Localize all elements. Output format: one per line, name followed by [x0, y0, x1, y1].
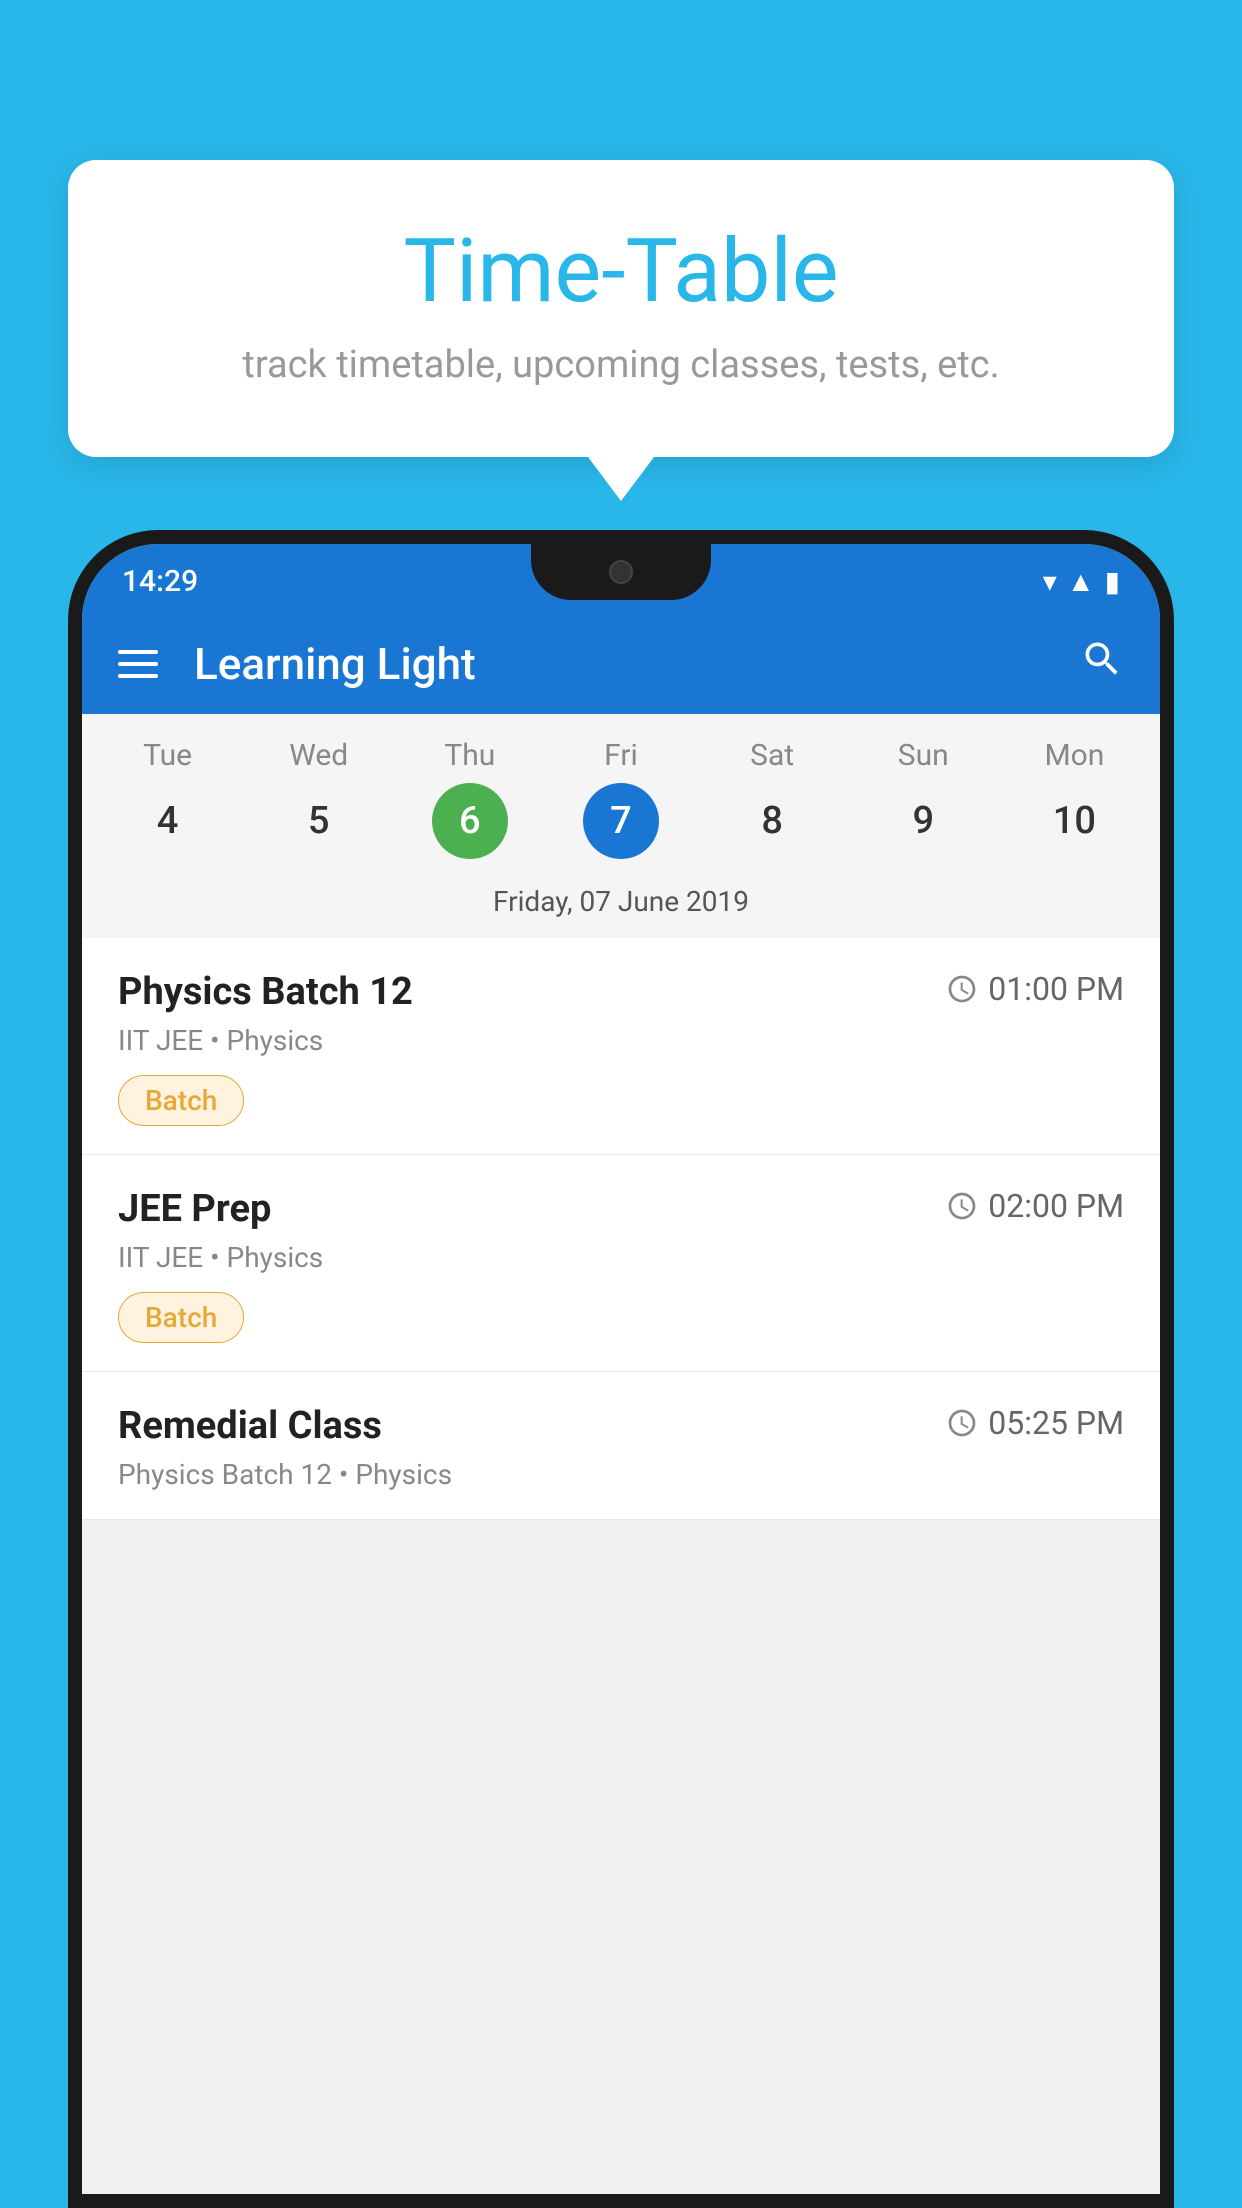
day-number[interactable]: 5 — [281, 783, 357, 859]
day-label: Tue — [143, 738, 192, 773]
schedule-list: Physics Batch 12 01:00 PM IIT JEE • Phys… — [82, 938, 1160, 1520]
camera — [609, 560, 633, 584]
schedule-item[interactable]: Physics Batch 12 01:00 PM IIT JEE • Phys… — [82, 938, 1160, 1155]
day-label: Sat — [750, 738, 794, 773]
selected-date: Friday, 07 June 2019 — [82, 869, 1160, 938]
schedule-item[interactable]: Remedial Class 05:25 PM Physics Batch 12… — [82, 1372, 1160, 1520]
schedule-item-header: Physics Batch 12 01:00 PM — [118, 970, 1124, 1014]
days-row: Tue 4 Wed 5 Thu 6 Fri 7 Sat 8 Sun 9 Mon 10 — [82, 738, 1160, 859]
day-label: Mon — [1044, 738, 1104, 773]
schedule-time: 02:00 PM — [946, 1187, 1124, 1225]
day-item[interactable]: Sun 9 — [858, 738, 988, 859]
batch-badge: Batch — [118, 1292, 244, 1343]
schedule-name: Remedial Class — [118, 1404, 382, 1448]
schedule-time: 05:25 PM — [946, 1404, 1124, 1442]
day-item[interactable]: Tue 4 — [103, 738, 233, 859]
day-label: Wed — [289, 738, 348, 773]
battery-icon: ▮ — [1105, 565, 1120, 598]
phone-inner: 14:29 ▾ ▲ ▮ Learning Light — [82, 544, 1160, 2194]
tooltip-card: Time-Table track timetable, upcoming cla… — [68, 160, 1174, 457]
day-item[interactable]: Wed 5 — [254, 738, 384, 859]
schedule-name: JEE Prep — [118, 1187, 271, 1231]
app-title: Learning Light — [194, 638, 1044, 690]
day-label: Fri — [604, 738, 638, 773]
day-number[interactable]: 6 — [432, 783, 508, 859]
search-icon[interactable] — [1080, 637, 1124, 692]
status-icons: ▾ ▲ ▮ — [1043, 565, 1120, 598]
phone-frame: 14:29 ▾ ▲ ▮ Learning Light — [68, 530, 1174, 2208]
calendar-strip: Tue 4 Wed 5 Thu 6 Fri 7 Sat 8 Sun 9 Mon 10 Friday, 07… — [82, 714, 1160, 938]
schedule-name: Physics Batch 12 — [118, 970, 413, 1014]
day-item[interactable]: Thu 6 — [405, 738, 535, 859]
schedule-time: 01:00 PM — [946, 970, 1124, 1008]
menu-icon[interactable] — [118, 650, 158, 678]
day-number[interactable]: 7 — [583, 783, 659, 859]
tooltip-title: Time-Table — [118, 220, 1124, 323]
schedule-item-header: Remedial Class 05:25 PM — [118, 1404, 1124, 1448]
schedule-item[interactable]: JEE Prep 02:00 PM IIT JEE • Physics Batc… — [82, 1155, 1160, 1372]
tooltip-subtitle: track timetable, upcoming classes, tests… — [118, 343, 1124, 387]
day-number[interactable]: 10 — [1036, 783, 1112, 859]
batch-badge: Batch — [118, 1075, 244, 1126]
day-number[interactable]: 8 — [734, 783, 810, 859]
signal-icon: ▲ — [1067, 565, 1095, 598]
day-number[interactable]: 9 — [885, 783, 961, 859]
day-label: Thu — [444, 738, 495, 773]
schedule-item-header: JEE Prep 02:00 PM — [118, 1187, 1124, 1231]
day-item[interactable]: Fri 7 — [556, 738, 686, 859]
schedule-details: IIT JEE • Physics — [118, 1024, 1124, 1057]
day-item[interactable]: Mon 10 — [1009, 738, 1139, 859]
app-bar: Learning Light — [82, 614, 1160, 714]
day-label: Sun — [898, 738, 949, 773]
phone-notch — [531, 544, 711, 600]
status-time: 14:29 — [122, 564, 198, 599]
schedule-details: IIT JEE • Physics — [118, 1241, 1124, 1274]
day-item[interactable]: Sat 8 — [707, 738, 837, 859]
schedule-details: Physics Batch 12 • Physics — [118, 1458, 1124, 1491]
day-number[interactable]: 4 — [130, 783, 206, 859]
wifi-icon: ▾ — [1043, 565, 1057, 598]
